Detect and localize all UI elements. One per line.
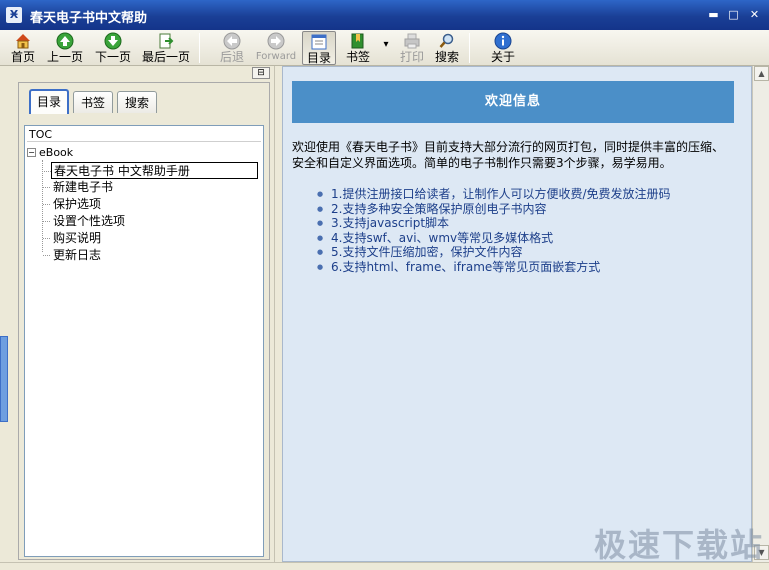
home-icon bbox=[16, 34, 30, 49]
toc-item-changelog[interactable]: 更新日志 bbox=[42, 247, 103, 264]
tree-root[interactable]: − eBook bbox=[27, 146, 73, 160]
next-page-label: 下一页 bbox=[94, 50, 131, 64]
toc-item-protection[interactable]: 保护选项 bbox=[42, 196, 103, 213]
printer-icon bbox=[404, 33, 420, 49]
feature-list: 1.提供注册接口给读者，让制作人可以方便收费/免费发放注册码 2.支持多种安全策… bbox=[317, 187, 737, 274]
list-item: 3.支持javascript脚本 bbox=[317, 216, 737, 231]
about-label: 关于 bbox=[490, 50, 515, 64]
last-page-label: 最后一页 bbox=[141, 50, 190, 64]
back-arrow-icon bbox=[223, 32, 241, 50]
forward-arrow-icon bbox=[267, 32, 285, 50]
print-button[interactable]: 打印 bbox=[397, 31, 427, 65]
back-label: 后退 bbox=[219, 50, 244, 64]
search-label: 搜索 bbox=[434, 50, 459, 64]
close-button[interactable]: ✕ bbox=[748, 9, 761, 21]
maximize-button[interactable]: □ bbox=[727, 9, 740, 21]
list-item: 4.支持swf、avi、wmv等常见多媒体格式 bbox=[317, 231, 737, 246]
toc-button[interactable]: 目录 bbox=[302, 31, 336, 65]
toolbar-separator bbox=[469, 33, 470, 63]
tab-bookmarks[interactable]: 书签 bbox=[73, 91, 113, 113]
intro-paragraph: 欢迎使用《春天电子书》目前支持大部分流行的网页打包，同时提供丰富的压缩、安全和自… bbox=[292, 140, 725, 170]
toc-item-new-ebook[interactable]: 新建电子书 bbox=[42, 179, 115, 196]
search-button[interactable]: 搜索 bbox=[432, 31, 462, 65]
scroll-up-icon[interactable]: ▲ bbox=[754, 66, 769, 81]
print-label: 打印 bbox=[399, 50, 424, 64]
toolbar: 首页 上一页 下一页 最后一页 后退 Forward 目录 书签 ▾ 打印 搜索… bbox=[0, 30, 769, 66]
forward-button[interactable]: Forward bbox=[253, 31, 299, 65]
toc-item-personal-options[interactable]: 设置个性选项 bbox=[42, 213, 127, 230]
watermark: 极速下载站 bbox=[594, 526, 765, 564]
title-bar: Ӿ 春天电子书中文帮助 ▬ □ ✕ bbox=[0, 0, 769, 30]
toc-tree: TOC − eBook 春天电子书 中文帮助手册 新建电子书 保护选项 设置个性选… bbox=[24, 125, 264, 557]
list-item: 6.支持html、frame、iframe等常见页面嵌套方式 bbox=[317, 260, 737, 275]
info-icon bbox=[494, 32, 512, 50]
prev-page-label: 上一页 bbox=[46, 50, 83, 64]
list-item: 1.提供注册接口给读者，让制作人可以方便收费/免费发放注册码 bbox=[317, 187, 737, 202]
bookmark-icon bbox=[351, 33, 364, 49]
bookmark-dropdown-icon[interactable]: ▾ bbox=[380, 31, 392, 65]
app-icon: Ӿ bbox=[6, 7, 22, 23]
tab-toc[interactable]: 目录 bbox=[29, 89, 69, 114]
page-arrow-icon bbox=[159, 33, 174, 49]
home-button[interactable]: 首页 bbox=[8, 31, 38, 65]
about-button[interactable]: 关于 bbox=[486, 31, 520, 65]
next-page-button[interactable]: 下一页 bbox=[92, 31, 134, 65]
forward-label: Forward bbox=[255, 51, 297, 62]
collapse-icon[interactable]: − bbox=[27, 148, 36, 157]
list-item: 2.支持多种安全策略保护原创电子书内容 bbox=[317, 202, 737, 217]
back-button[interactable]: 后退 bbox=[214, 31, 250, 65]
welcome-banner: 欢迎信息 bbox=[292, 81, 734, 123]
bookmark-button[interactable]: 书签 bbox=[342, 31, 374, 65]
vertical-scrollbar[interactable]: ▲ ▼ bbox=[752, 66, 769, 562]
minimize-button[interactable]: ▬ bbox=[707, 9, 720, 21]
tab-search[interactable]: 搜索 bbox=[117, 91, 157, 113]
bookmark-label: 书签 bbox=[345, 50, 370, 64]
content-pane: 欢迎信息 欢迎使用《春天电子书》目前支持大部分流行的网页打包，同时提供丰富的压缩… bbox=[282, 66, 752, 562]
window-title: 春天电子书中文帮助 bbox=[30, 11, 148, 26]
collapse-handle[interactable] bbox=[0, 336, 8, 422]
toc-item-purchase[interactable]: 购买说明 bbox=[42, 230, 103, 247]
panel-splitter[interactable] bbox=[274, 66, 282, 562]
arrow-down-icon bbox=[104, 32, 122, 50]
prev-page-button[interactable]: 上一页 bbox=[44, 31, 86, 65]
list-item: 5.支持文件压缩加密，保护文件内容 bbox=[317, 245, 737, 260]
toc-item-manual[interactable]: 春天电子书 中文帮助手册 bbox=[44, 162, 258, 179]
arrow-up-icon bbox=[56, 32, 74, 50]
navigation-panel: ⊟ 目录 书签 搜索 TOC − eBook 春天电子书 中文帮助手册 新建电子书… bbox=[0, 66, 273, 562]
toolbar-separator bbox=[199, 33, 200, 63]
book-icon bbox=[311, 34, 327, 50]
navigation-frame: 目录 书签 搜索 TOC − eBook 春天电子书 中文帮助手册 新建电子书 保… bbox=[18, 82, 270, 560]
last-page-button[interactable]: 最后一页 bbox=[140, 31, 192, 65]
toc-label: 目录 bbox=[306, 51, 331, 65]
magnifier-icon bbox=[439, 33, 454, 48]
tree-root-label: eBook bbox=[39, 146, 74, 159]
tree-header: TOC bbox=[27, 128, 261, 142]
home-label: 首页 bbox=[10, 50, 35, 64]
pin-icon[interactable]: ⊟ bbox=[252, 67, 270, 79]
